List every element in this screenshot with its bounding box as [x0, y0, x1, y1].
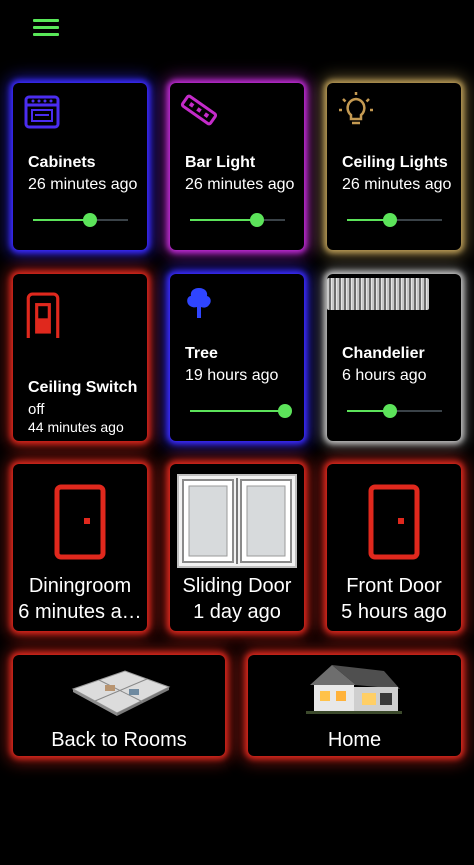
floorplan-image	[71, 670, 171, 716]
home-button[interactable]: Home	[248, 655, 461, 756]
back-to-rooms-label: Back to Rooms	[51, 729, 187, 751]
device-card-tree[interactable]: Tree 19 hours ago	[170, 274, 304, 441]
device-card-ceiling-lights[interactable]: Ceiling Lights 26 minutes ago	[327, 83, 461, 250]
brightness-slider[interactable]	[190, 210, 285, 230]
stove-icon	[24, 95, 60, 129]
door-card-sliding-door[interactable]: Sliding Door 1 day ago	[170, 464, 304, 631]
hamburger-menu-icon[interactable]	[33, 19, 59, 39]
device-title: Tree	[185, 345, 218, 362]
door-title: Front Door	[346, 575, 442, 597]
home-label: Home	[327, 729, 382, 751]
brightness-slider[interactable]	[190, 401, 292, 421]
brightness-slider[interactable]	[347, 401, 442, 421]
brightness-slider[interactable]	[33, 210, 128, 230]
device-time: 26 minutes ago	[28, 176, 138, 193]
device-card-chandelier[interactable]: Chandelier 6 hours ago	[327, 274, 461, 441]
door-card-diningroom[interactable]: Diningroom 6 minutes a…	[13, 464, 147, 631]
tree-icon	[187, 288, 211, 318]
device-time: 6 hours ago	[342, 367, 427, 384]
door-icon	[368, 484, 420, 560]
chandelier-image	[327, 278, 429, 310]
device-card-bar-light[interactable]: Bar Light 26 minutes ago	[170, 83, 304, 250]
device-title: Bar Light	[185, 154, 256, 171]
device-title: Ceiling Switch	[28, 379, 138, 396]
door-time: 6 minutes a…	[18, 601, 142, 623]
lightbulb-icon	[339, 92, 373, 125]
led-strip-icon	[180, 94, 218, 126]
back-to-rooms-button[interactable]: Back to Rooms	[13, 655, 225, 756]
door-title: Diningroom	[28, 575, 132, 597]
device-card-cabinets[interactable]: Cabinets 26 minutes ago	[13, 83, 147, 250]
door-time: 1 day ago	[193, 601, 281, 623]
sliding-door-icon	[177, 474, 297, 568]
door-time: 5 hours ago	[341, 601, 447, 623]
switch-state: off	[28, 401, 45, 418]
device-title: Ceiling Lights	[342, 154, 448, 171]
device-card-ceiling-switch[interactable]: Ceiling Switch off 44 minutes ago	[13, 274, 147, 441]
brightness-slider[interactable]	[347, 210, 442, 230]
device-time: 44 minutes ago	[28, 419, 124, 435]
device-time: 19 hours ago	[185, 367, 279, 384]
door-title: Sliding Door	[182, 575, 292, 597]
device-title: Cabinets	[28, 154, 96, 171]
house-image	[306, 665, 402, 714]
device-time: 26 minutes ago	[342, 176, 452, 193]
device-time: 26 minutes ago	[185, 176, 295, 193]
device-title: Chandelier	[342, 345, 425, 362]
door-icon	[54, 484, 106, 560]
light-switch-icon	[26, 292, 60, 338]
door-card-front-door[interactable]: Front Door 5 hours ago	[327, 464, 461, 631]
